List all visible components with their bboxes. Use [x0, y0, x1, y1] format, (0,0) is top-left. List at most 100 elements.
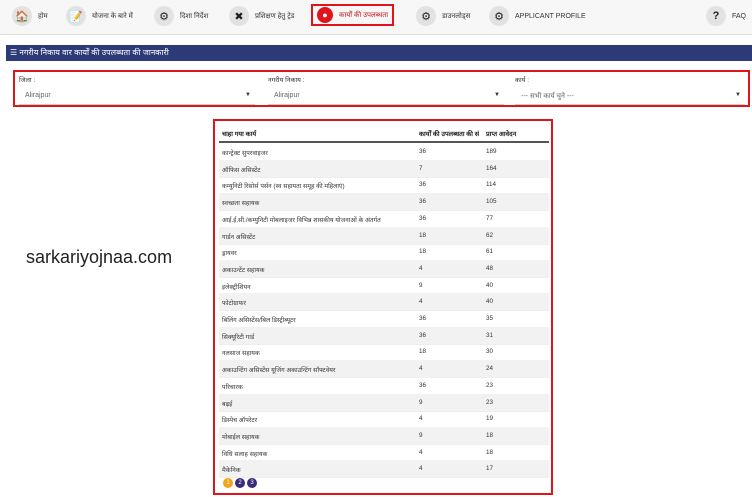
- availability-cell: 36: [419, 331, 427, 339]
- district-label: जिला :: [19, 77, 36, 84]
- applications-cell: 24: [486, 365, 494, 373]
- work-select[interactable]: --- सभी कार्य चुने --- ▼: [515, 89, 745, 105]
- nav-training-trades[interactable]: ✖ प्रशिक्षण हेतु ट्रेड: [229, 5, 295, 27]
- gear-icon: ⚙: [416, 6, 436, 26]
- work-cell: इलेक्ट्रीशियन: [222, 283, 251, 291]
- page-3-button[interactable]: 3: [247, 478, 257, 488]
- availability-cell: 4: [419, 365, 423, 373]
- applications-cell: 35: [486, 315, 494, 322]
- table-row: विधि सलाह सहायक 4 18: [219, 444, 549, 462]
- work-label: कार्य :: [515, 77, 530, 84]
- urban-body-value: Alirajpur: [274, 92, 300, 99]
- watermark-text: sarkariyojnaa.com: [26, 247, 173, 267]
- table-header: चाहा गया कार्य कार्यों की उपलब्धता की सं…: [219, 124, 549, 143]
- table-row: मैकेनिक 4 17: [219, 460, 549, 479]
- table-row: गार्डन असिस्टेंट 18 62: [219, 226, 549, 245]
- district-value: Alirajpur: [25, 92, 51, 99]
- work-cell: स्वच्छता सहायक: [222, 200, 260, 208]
- nav-work-availability[interactable]: ● कार्यों की उपलब्धता: [311, 4, 395, 26]
- work-cell: बढ़ई: [222, 400, 233, 408]
- header-applications[interactable]: प्राप्त आवेदन: [486, 129, 546, 138]
- availability-cell: 4: [419, 264, 423, 272]
- applications-cell: 18: [486, 431, 494, 439]
- nav-about-scheme[interactable]: 📝 योजना के बारे में: [66, 5, 133, 27]
- availability-cell: 36: [419, 181, 427, 189]
- applications-cell: 23: [486, 398, 494, 406]
- pagination: 1 2 3: [223, 478, 257, 488]
- district-select[interactable]: Alirajpur ▼: [19, 89, 255, 105]
- table-row: स्वच्छता सहायक 36 105: [219, 193, 549, 212]
- availability-cell: 36: [419, 148, 427, 155]
- availability-cell: 18: [419, 248, 427, 256]
- nav-training-trades-label: प्रशिक्षण हेतु ट्रेड: [255, 12, 295, 20]
- applications-cell: 23: [486, 381, 494, 389]
- table-row: सिक्यूरिटी गार्ड 36 31: [219, 326, 549, 345]
- table-row: कान्ट्रेक्ट सुपरवाइजर 36 189: [219, 143, 549, 161]
- filter-panel: जिला : Alirajpur ▼ नगरीय निकाय : Alirajp…: [13, 70, 750, 107]
- availability-cell: 7: [419, 164, 423, 172]
- home-icon: 🏠: [12, 6, 32, 26]
- nav-faq-label: FAQ: [732, 12, 747, 20]
- gear-icon: ⚙: [489, 6, 509, 26]
- applications-cell: 17: [486, 465, 494, 473]
- work-cell: कान्ट्रेक्ट सुपरवाइजर: [222, 150, 268, 157]
- work-availability-table: चाहा गया कार्य कार्यों की उपलब्धता की सं…: [213, 119, 553, 495]
- table-row: फोटोग्राफर 4 40: [219, 293, 549, 312]
- work-cell: कम्युनिटी रिसोर्स पर्सन (स्व सहायता समूह…: [222, 183, 345, 191]
- nav-faq[interactable]: ? FAQ: [706, 5, 746, 27]
- table-row: बिलिंग असिस्टेंस/बिल डिस्ट्रीब्यूटर 36 35: [219, 310, 549, 328]
- tools-icon: ✖: [229, 6, 249, 26]
- table-row: कम्युनिटी रिसोर्स पर्सन (स्व सहायता समूह…: [219, 176, 549, 195]
- availability-cell: 36: [419, 214, 427, 222]
- work-cell: मैकेनिक: [222, 467, 241, 475]
- header-work[interactable]: चाहा गया कार्य: [222, 129, 415, 138]
- applications-cell: 189: [486, 148, 497, 155]
- nav-guidelines[interactable]: ⚙ दिशा निर्देश: [154, 5, 208, 27]
- work-cell: परिचारक: [222, 383, 243, 391]
- nav-about-scheme-label: योजना के बारे में: [92, 12, 133, 20]
- table-row: ऑफिस असिस्टेंट 7 164: [219, 159, 549, 178]
- header-availability[interactable]: कार्यों की उपलब्धता की संख्या: [419, 129, 479, 138]
- applications-cell: 77: [486, 214, 494, 222]
- applications-cell: 164: [486, 164, 497, 172]
- work-cell: अकाउन्टेंट सहायक: [222, 266, 265, 274]
- work-cell: बिलिंग असिस्टेंस/बिल डिस्ट्रीब्यूटर: [222, 317, 296, 324]
- urban-body-select[interactable]: Alirajpur ▼: [268, 89, 504, 105]
- chevron-down-icon: ▼: [735, 92, 741, 98]
- menu-icon: ☰: [10, 48, 20, 57]
- work-cell: नलसाज सहायक: [222, 350, 260, 358]
- availability-cell: 9: [419, 398, 423, 406]
- applications-cell: 61: [486, 248, 494, 256]
- nav-home[interactable]: 🏠 होम: [12, 5, 48, 27]
- nav-downloads-label: डाउनलोड्स: [442, 12, 471, 20]
- availability-cell: 9: [419, 431, 423, 439]
- work-cell: ड्रायवर: [222, 250, 237, 258]
- applications-cell: 40: [486, 281, 494, 289]
- chevron-down-icon: ▼: [245, 92, 251, 98]
- nav-home-label: होम: [38, 12, 48, 20]
- availability-cell: 18: [419, 348, 427, 356]
- table-row: अकाउन्टेंट सहायक 4 48: [219, 259, 549, 278]
- question-icon: ?: [706, 6, 726, 26]
- table-row: मोबाईल सहायक 9 18: [219, 426, 549, 445]
- availability-cell: 4: [419, 298, 423, 306]
- nav-downloads[interactable]: ⚙ डाउनलोड्स: [416, 5, 470, 27]
- nav-guidelines-label: दिशा निर्देश: [180, 12, 209, 20]
- applications-cell: 48: [486, 264, 494, 272]
- table-row: ड्रायवर 18 61: [219, 243, 549, 262]
- table-row: आई.ई.सी./कम्युनिटी मोबलाइजर विभिन्न शासक…: [219, 210, 549, 228]
- availability-cell: 36: [419, 381, 427, 389]
- availability-cell: 4: [419, 415, 423, 423]
- work-cell: डिस्पेच ऑपरेटर: [222, 417, 258, 425]
- nav-applicant-profile[interactable]: ⚙ APPLICANT PROFILE: [489, 5, 586, 27]
- page-1-button[interactable]: 1: [223, 478, 233, 488]
- page-2-button[interactable]: 2: [235, 478, 245, 488]
- table-row: डिस्पेच ऑपरेटर 4 19: [219, 410, 549, 429]
- work-cell: अकाउन्टिंग असिस्टेंस यूजिंग अकाउन्टिंग स…: [222, 367, 336, 375]
- table-row: इलेक्ट्रीशियन 9 40: [219, 277, 549, 295]
- work-cell: मोबाईल सहायक: [222, 433, 260, 441]
- applications-cell: 40: [486, 298, 494, 306]
- section-title-bar: ☰ नगरीय निकाय वार कार्यों की उपलब्धता की…: [6, 45, 752, 61]
- table-row: अकाउन्टिंग असिस्टेंस यूजिंग अकाउन्टिंग स…: [219, 360, 549, 379]
- applications-cell: 30: [486, 348, 494, 356]
